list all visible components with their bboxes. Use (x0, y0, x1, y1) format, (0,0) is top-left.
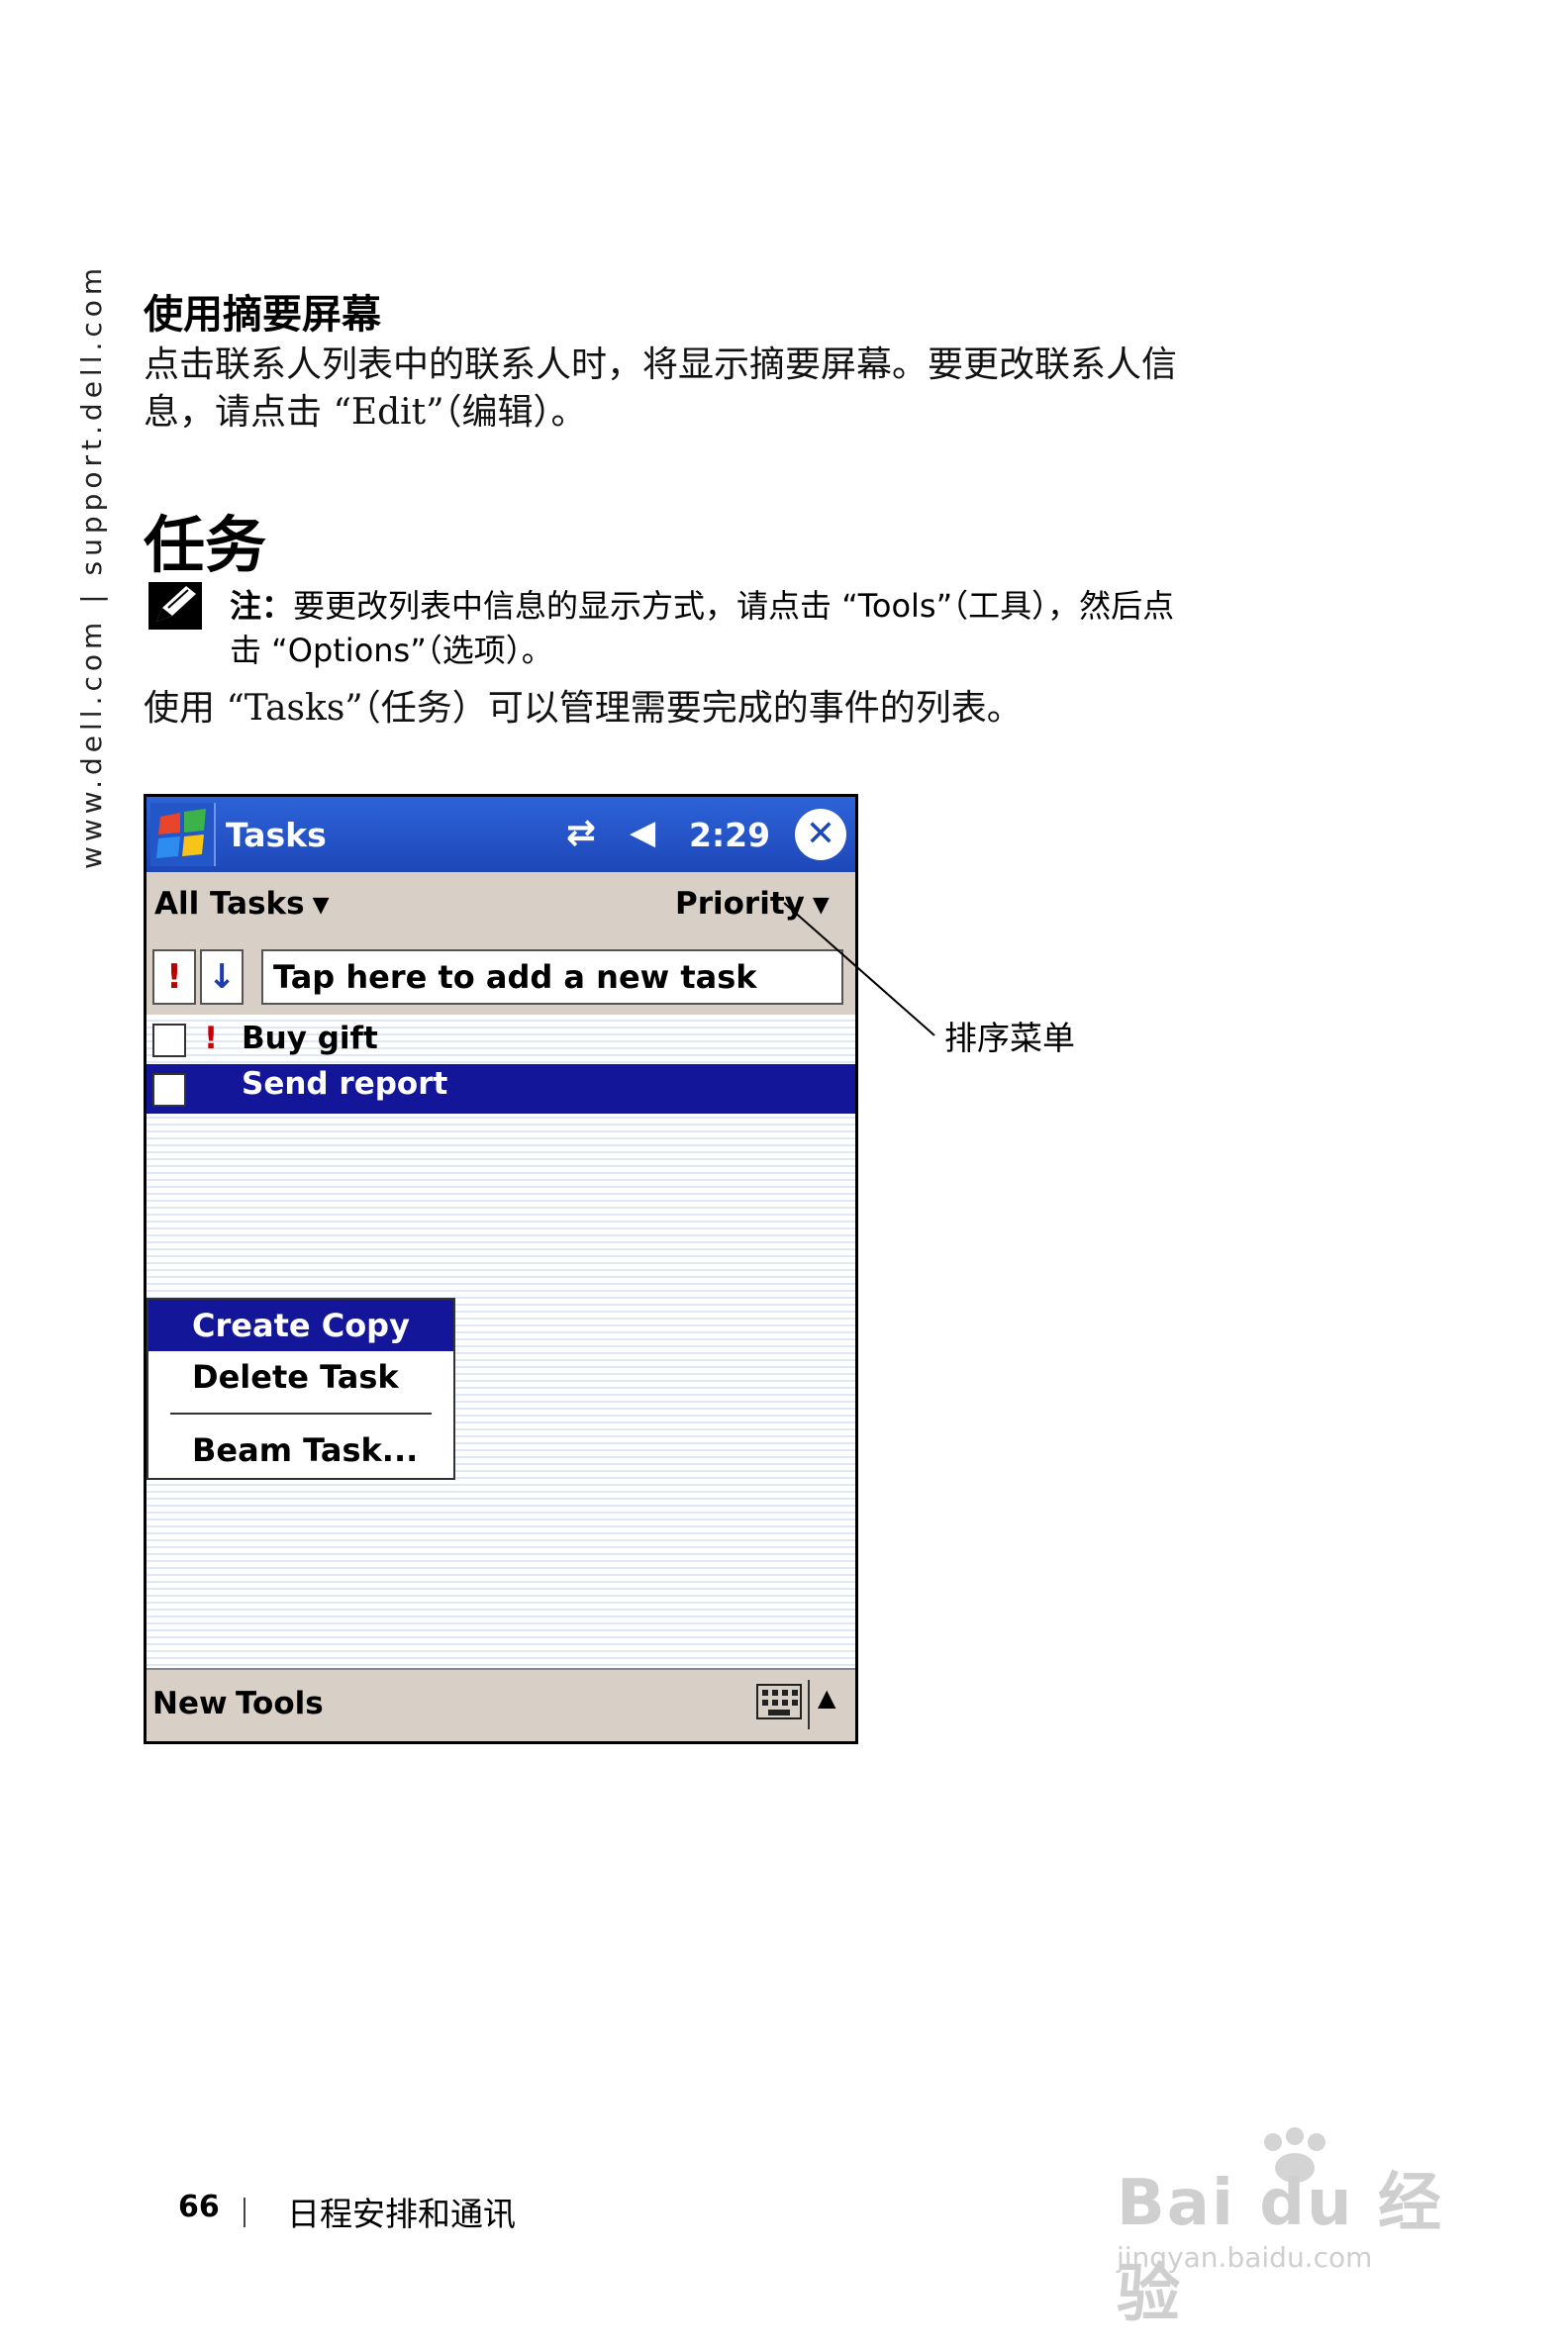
side-url: www.dell.com | support.dell.com (75, 262, 108, 869)
note-line1-text: 要更改列表中信息的显示方式，请点击 “Tools”（工具），然后点 (293, 587, 1175, 625)
new-task-input[interactable]: Tap here to add a new task (261, 949, 843, 1005)
volume-icon[interactable]: ◀ (630, 813, 655, 852)
divider (808, 1680, 810, 1729)
section-body: 点击联系人列表中的联系人时，将显示摘要屏幕。要更改联系人信 息，请点击 “Edi… (144, 342, 1331, 437)
category-filter[interactable]: All Tasks ▼ (154, 886, 330, 922)
section-title: 使用摘要屏幕 (144, 292, 381, 338)
chevron-down-icon: ▼ (312, 893, 330, 918)
sort-menu-label: Priority (675, 886, 805, 922)
callout-label: 排序菜单 (944, 1019, 1075, 1057)
menu-item-delete-task[interactable]: Delete Task (148, 1351, 453, 1403)
task-row[interactable]: ! Buy gift (147, 1015, 855, 1064)
connectivity-icon[interactable]: ⇄ (566, 813, 596, 853)
note: 注：要更改列表中信息的显示方式，请点击 “Tools”（工具），然后点 击 “O… (230, 584, 1368, 673)
note-pencil-icon (148, 582, 202, 630)
keyboard-icon[interactable] (756, 1684, 802, 1719)
category-filter-label: All Tasks (154, 886, 305, 922)
sort-direction-button[interactable]: ↓ (200, 949, 244, 1005)
task-label: Send report (242, 1066, 448, 1102)
chevron-down-icon: ▼ (812, 893, 830, 918)
high-priority-icon: ! (204, 1021, 219, 1056)
note-label: 注： (230, 587, 294, 625)
chapter-title: 日程安排和通讯 (287, 2195, 516, 2233)
title-bar: Tasks ⇄ ◀ 2:29 ✕ (147, 797, 855, 872)
input-selector-arrow-icon[interactable]: ▲ (818, 1684, 835, 1712)
close-icon[interactable]: ✕ (795, 809, 846, 860)
watermark-url: jingyan.baidu.com (1117, 2241, 1373, 2274)
new-button[interactable]: New (152, 1686, 228, 1721)
watermark: Bai du 经验 jingyan.baidu.com (1107, 2122, 1463, 2331)
entry-bar: ! ↓ Tap here to add a new task (147, 939, 855, 1015)
page-heading: 任务 (144, 509, 267, 581)
task-row-selected[interactable]: Send report (147, 1064, 855, 1114)
command-bar: New Tools ▲ (147, 1668, 855, 1741)
section-body-line2: 息，请点击 “Edit”（编辑）。 (144, 392, 587, 433)
page-number: 66 (178, 2190, 220, 2224)
sort-menu[interactable]: Priority ▼ (675, 886, 830, 922)
clock[interactable]: 2:29 (689, 816, 770, 854)
footer-divider (244, 2198, 245, 2227)
tools-menu[interactable]: Tools (236, 1686, 324, 1721)
task-list: ! Buy gift Send report Create Copy Delet… (147, 1015, 855, 1668)
intro-paragraph: 使用 “Tasks”（任务）可以管理需要完成的事件的列表。 (144, 688, 1023, 729)
task-checkbox[interactable] (152, 1024, 186, 1057)
task-checkbox[interactable] (152, 1073, 186, 1107)
menu-item-beam-task[interactable]: Beam Task... (148, 1424, 453, 1476)
note-line2: 击 “Options”（选项）。 (230, 632, 553, 669)
app-title: Tasks (226, 816, 327, 854)
windows-start-icon[interactable] (150, 803, 216, 866)
pda-screenshot: Tasks ⇄ ◀ 2:29 ✕ All Tasks ▼ Priority ▼ ! … (144, 794, 858, 1744)
context-menu: Create Copy Delete Task Beam Task... (147, 1298, 455, 1480)
menu-item-create-copy[interactable]: Create Copy (148, 1300, 453, 1351)
menu-separator (170, 1413, 432, 1415)
filter-bar: All Tasks ▼ Priority ▼ (147, 872, 855, 939)
note-line1: 注：要更改列表中信息的显示方式，请点击 “Tools”（工具），然后点 (230, 584, 1368, 629)
priority-button[interactable]: ! (152, 949, 196, 1005)
task-label: Buy gift (242, 1021, 378, 1056)
section-body-line1: 点击联系人列表中的联系人时，将显示摘要屏幕。要更改联系人信 (144, 344, 1178, 385)
